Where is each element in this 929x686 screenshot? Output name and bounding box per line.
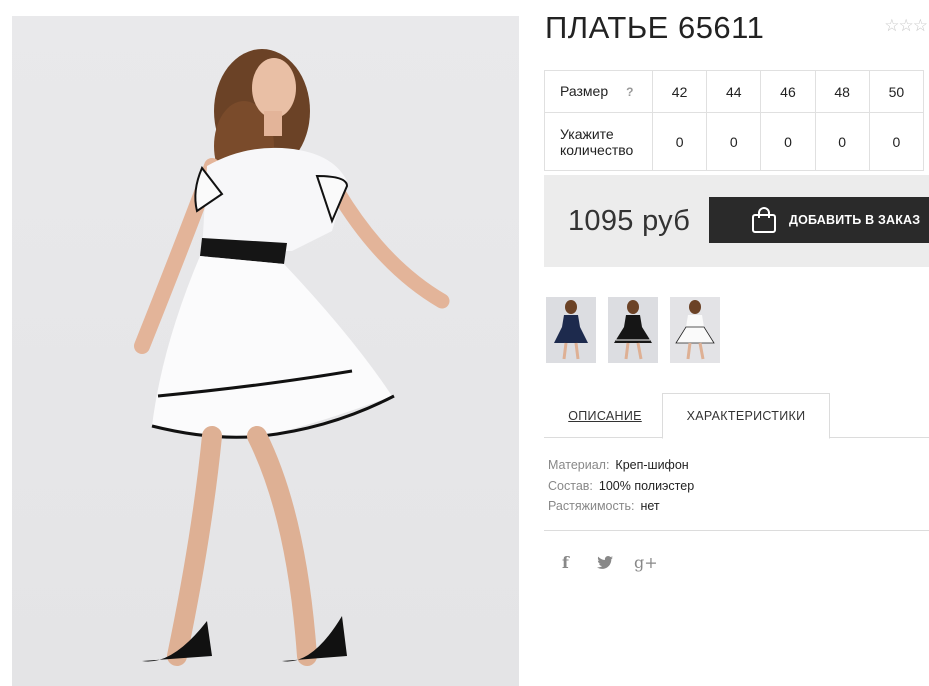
spec-value: нет <box>640 499 660 513</box>
quantity-input[interactable]: 0 <box>706 112 762 171</box>
spec-row: Состав: 100% полиэстер <box>548 476 694 497</box>
tab-characteristics[interactable]: ХАРАКТЕРИСТИКИ <box>662 393 830 439</box>
shopping-bag-icon <box>752 207 776 233</box>
quantity-input[interactable]: 0 <box>760 112 816 171</box>
twitter-icon[interactable] <box>597 556 613 574</box>
size-label: Размер <box>560 83 609 99</box>
product-title: ПЛАТЬЕ 65611 <box>545 10 765 45</box>
rating-stars[interactable]: ☆☆☆ <box>884 16 928 36</box>
size-label-cell: Размер? <box>544 70 653 113</box>
spec-key: Состав: <box>548 478 593 493</box>
divider <box>544 530 929 531</box>
size-help-icon[interactable]: ? <box>626 85 633 99</box>
size-option: 46 <box>760 70 816 113</box>
thumbnail-white-dress[interactable] <box>670 297 720 363</box>
facebook-icon[interactable]: f <box>562 553 569 572</box>
size-option: 50 <box>868 70 925 113</box>
thumbnail-black-dress[interactable] <box>608 297 658 363</box>
product-price: 1095 руб <box>568 205 691 237</box>
size-table: Размер? 42 44 46 48 50 Укажите количеств… <box>544 70 925 171</box>
spec-key: Материал: <box>548 458 610 472</box>
quantity-label: Укажите количество <box>544 112 653 171</box>
size-option: 42 <box>651 70 708 113</box>
star-icon[interactable]: ☆ <box>899 16 914 35</box>
spec-row: Материал: Креп-шифон <box>548 455 694 476</box>
quantity-input[interactable]: 0 <box>651 112 708 171</box>
add-to-order-button[interactable]: ДОБАВИТЬ В ЗАКАЗ <box>709 197 929 243</box>
quantity-input[interactable]: 0 <box>814 112 870 171</box>
add-to-order-label: ДОБАВИТЬ В ЗАКАЗ <box>789 213 921 227</box>
price-box: 1095 руб ДОБАВИТЬ В ЗАКАЗ <box>544 175 929 267</box>
tab-description[interactable]: ОПИСАНИЕ <box>545 393 665 438</box>
product-main-photo[interactable] <box>12 16 519 686</box>
thumbnail-navy-dress[interactable] <box>546 297 596 363</box>
star-icon[interactable]: ☆ <box>884 16 899 35</box>
spec-key: Растяжимость: <box>548 499 635 513</box>
star-icon[interactable]: ☆ <box>913 16 928 35</box>
spec-value: 100% полиэстер <box>598 478 695 493</box>
google-plus-icon[interactable]: g+ <box>634 553 658 572</box>
size-option: 44 <box>706 70 762 113</box>
spec-row: Растяжимость: нет <box>548 496 694 517</box>
spec-list: Материал: Креп-шифон Состав: 100% полиэсте… <box>548 455 694 517</box>
quantity-input[interactable]: 0 <box>868 112 925 171</box>
spec-value: Креп-шифон <box>615 458 689 472</box>
size-option: 48 <box>814 70 870 113</box>
